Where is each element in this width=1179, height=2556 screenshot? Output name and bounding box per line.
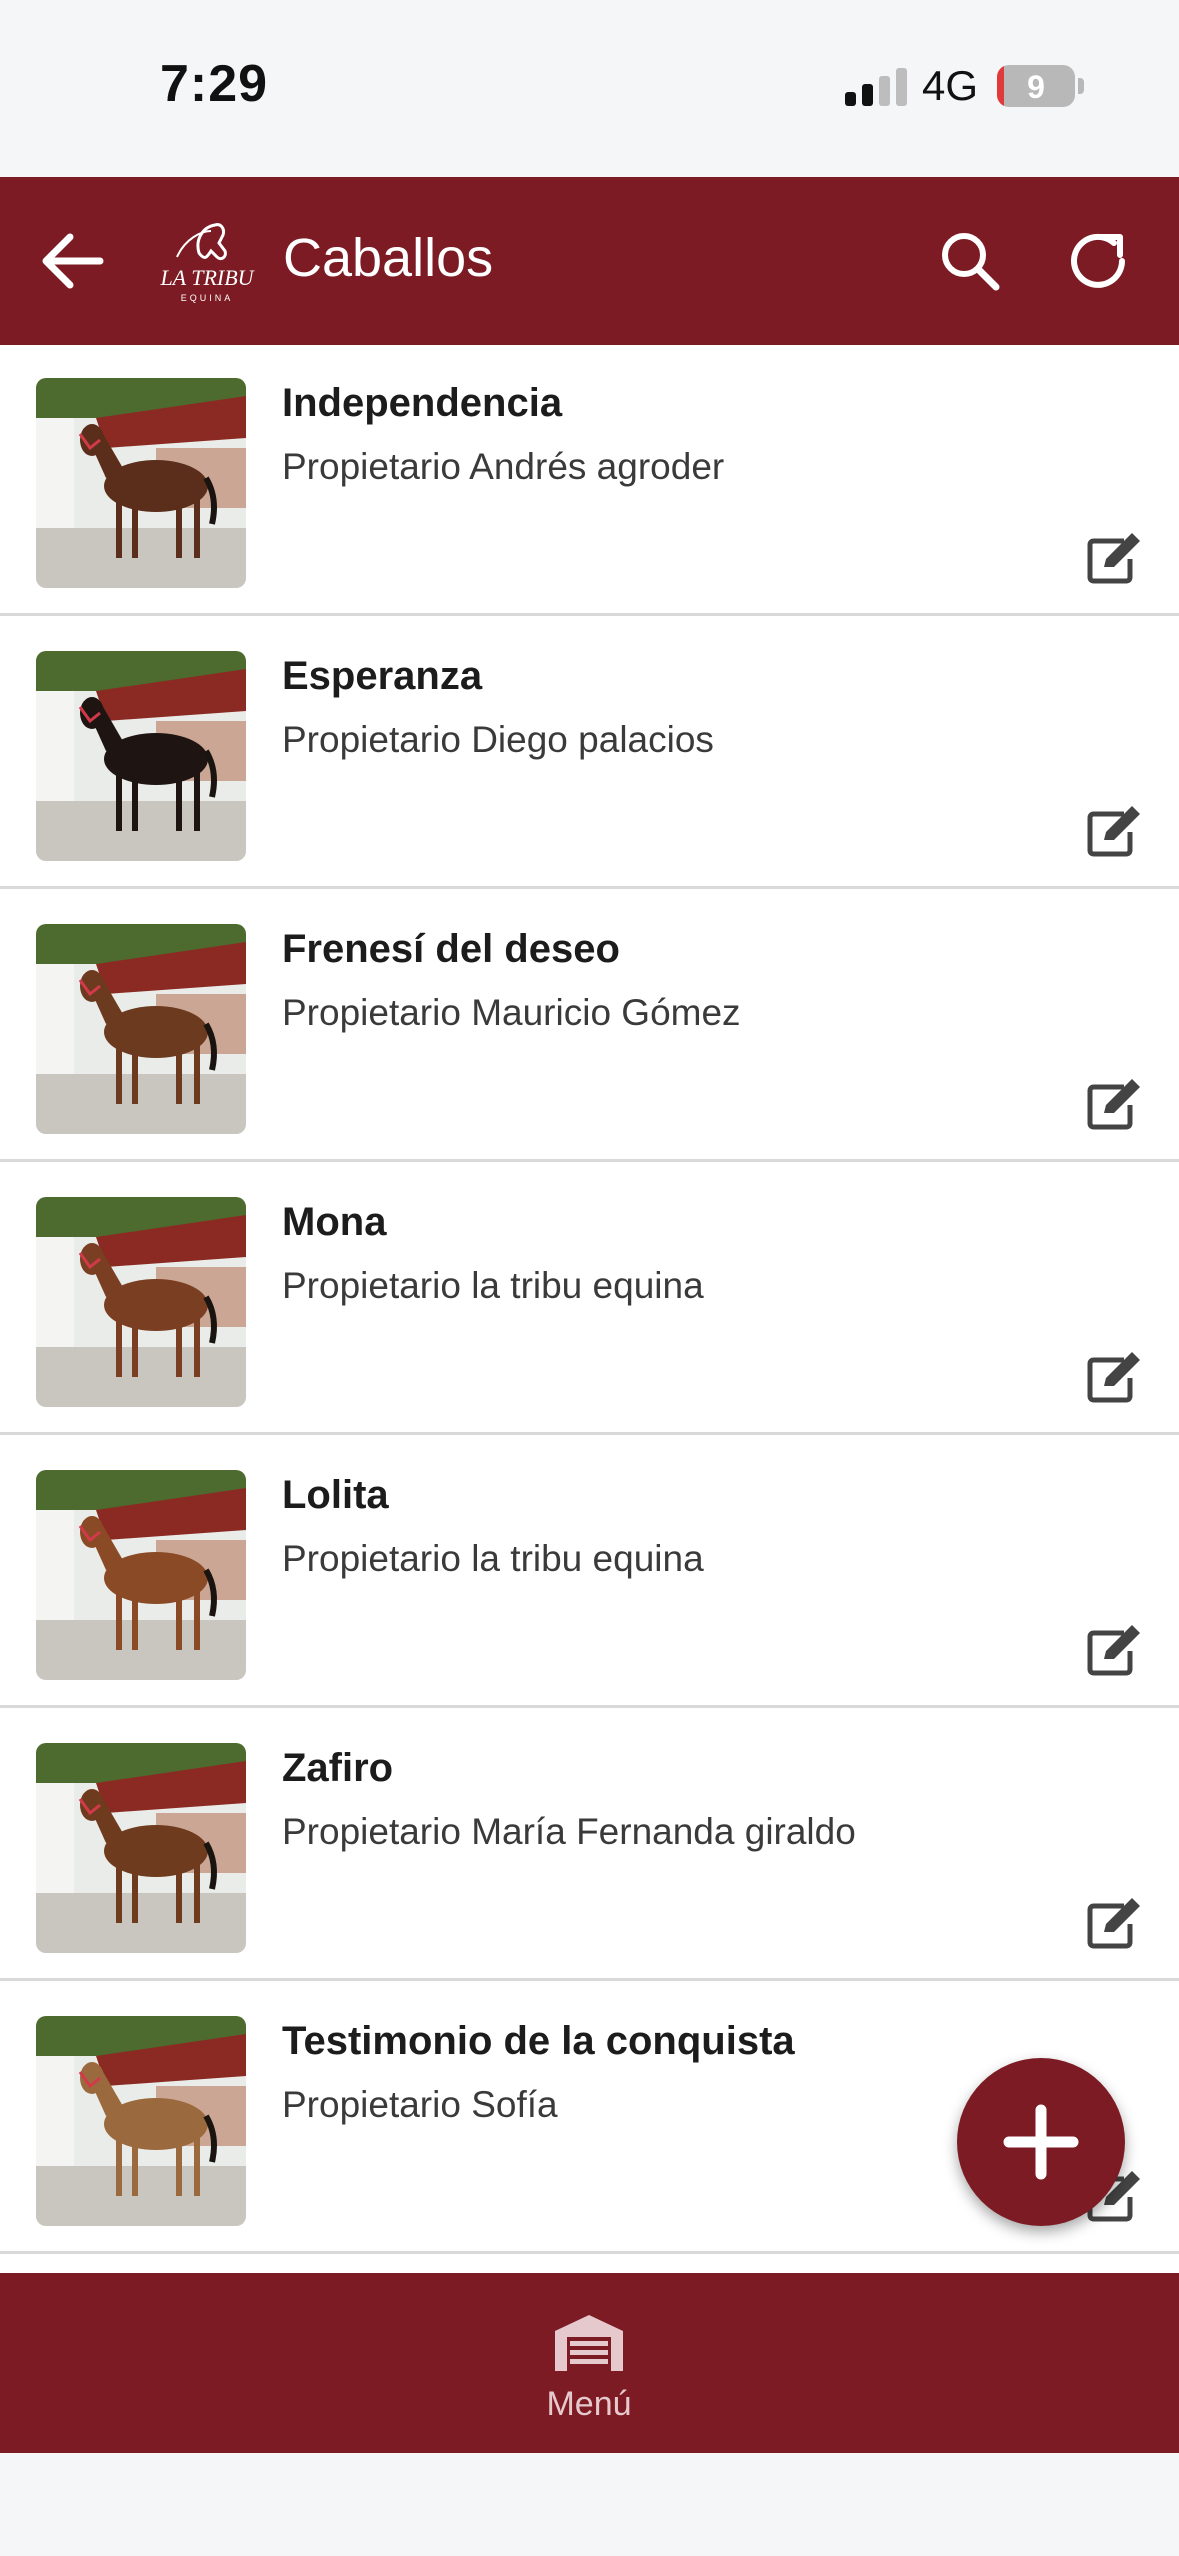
la-tribu-equina-logo: LA TRIBU EQUINA <box>155 217 260 307</box>
refresh-button[interactable] <box>1064 227 1132 295</box>
edit-button[interactable] <box>1086 533 1144 585</box>
battery-icon: 9 <box>997 65 1075 107</box>
edit-button[interactable] <box>1086 1625 1144 1677</box>
horse-name: Testimonio de la conquista <box>282 2019 795 2063</box>
edit-icon <box>1087 1898 1140 1949</box>
edit-button[interactable] <box>1086 1898 1144 1950</box>
horse-list-item[interactable]: Frenesí del deseo Propietario Mauricio G… <box>0 891 1179 1162</box>
svg-text:EQUINA: EQUINA <box>181 293 234 303</box>
horse-list-item[interactable]: Independencia Propietario Andrés agroder <box>0 345 1179 616</box>
menu-label: Menú <box>546 2385 632 2423</box>
battery-percent: 9 <box>1027 69 1045 105</box>
horse-name: Mona <box>282 1200 387 1244</box>
horse-list-item[interactable]: Mona Propietario la tribu equina <box>0 1164 1179 1435</box>
horse-owner: Propietario la tribu equina <box>282 1265 704 1306</box>
edit-icon <box>1087 806 1140 857</box>
home-indicator-area <box>0 2453 1179 2556</box>
horse-name: Esperanza <box>282 654 483 698</box>
edit-button[interactable] <box>1086 1079 1144 1131</box>
horse-name: Frenesí del deseo <box>282 927 620 971</box>
horse-photo <box>36 1743 246 1953</box>
add-horse-button[interactable] <box>957 2058 1125 2226</box>
horse-list-item[interactable]: Zafiro Propietario María Fernanda girald… <box>0 1710 1179 1981</box>
horse-owner: Propietario Diego palacios <box>282 719 714 760</box>
horse-owner: Propietario Andrés agroder <box>282 446 725 487</box>
search-icon <box>942 233 1000 291</box>
horse-name: Lolita <box>282 1473 389 1517</box>
edit-icon <box>1087 1079 1140 1130</box>
edit-icon <box>1087 533 1140 584</box>
status-time: 7:29 <box>160 55 269 113</box>
horse-list: Independencia Propietario Andrés agroder… <box>0 345 1179 2273</box>
horse-list-item[interactable]: Esperanza Propietario Diego palacios <box>0 618 1179 889</box>
edit-icon <box>1087 1625 1140 1676</box>
horse-owner: Propietario la tribu equina <box>282 1538 704 1579</box>
arrow-left-icon <box>42 233 104 289</box>
refresh-icon <box>1071 233 1125 288</box>
svg-text:LA TRIBU: LA TRIBU <box>159 265 255 290</box>
status-bar: 7:29 4G 9 <box>0 0 1179 177</box>
edit-button[interactable] <box>1086 806 1144 858</box>
horse-photo <box>36 1470 246 1680</box>
horse-list-item[interactable]: Lolita Propietario la tribu equina <box>0 1437 1179 1708</box>
horse-photo <box>36 2016 246 2226</box>
warehouse-icon <box>555 2315 623 2371</box>
menu-tab[interactable]: Menú <box>489 2273 689 2453</box>
plus-icon <box>1003 2104 1079 2180</box>
search-button[interactable] <box>938 229 1002 293</box>
app-header: LA TRIBU EQUINA Caballos <box>0 177 1179 345</box>
horse-photo <box>36 924 246 1134</box>
horse-name: Zafiro <box>282 1746 394 1790</box>
battery-tip <box>1078 78 1084 94</box>
bottom-nav: Menú <box>0 2273 1179 2453</box>
edit-button[interactable] <box>1086 1352 1144 1404</box>
edit-icon <box>1087 1352 1140 1403</box>
horse-owner: Propietario Sofía <box>282 2084 558 2125</box>
horse-owner: Propietario Mauricio Gómez <box>282 992 741 1033</box>
horse-photo <box>36 378 246 588</box>
horse-name: Independencia <box>282 381 563 425</box>
horse-owner: Propietario María Fernanda giraldo <box>282 1811 856 1852</box>
page-title: Caballos <box>283 228 494 288</box>
horse-photo <box>36 1197 246 1407</box>
horse-photo <box>36 651 246 861</box>
network-type: 4G <box>922 62 979 109</box>
cellular-signal-icon <box>845 68 907 106</box>
back-button[interactable] <box>38 229 108 293</box>
